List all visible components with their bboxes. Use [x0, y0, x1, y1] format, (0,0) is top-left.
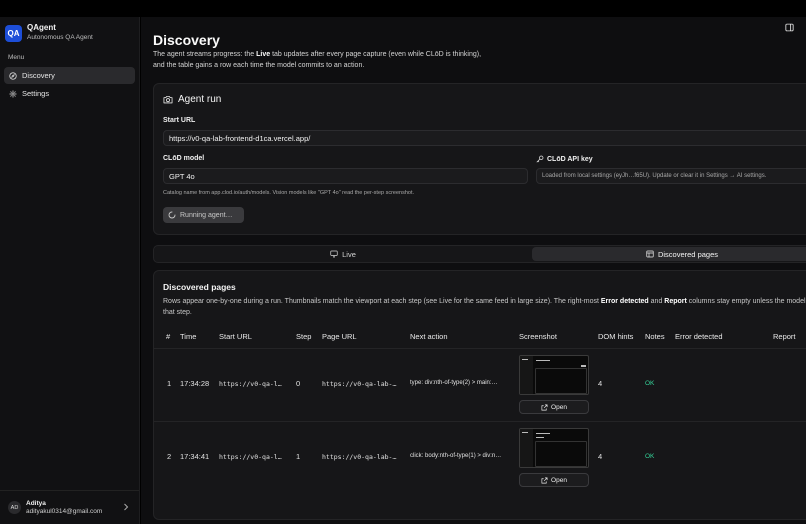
row-dom-hints: 4 — [598, 379, 603, 388]
row-time: 17:34:41 — [180, 452, 210, 461]
row-number: 1 — [167, 379, 172, 388]
page-description: The agent streams progress: the Live tab… — [153, 51, 482, 69]
sidebar-item-discovery[interactable]: Discovery — [4, 67, 135, 84]
row-number: 2 — [167, 452, 172, 461]
col-notes: Notes — [645, 332, 665, 341]
gear-icon — [9, 89, 17, 98]
external-link-icon — [541, 404, 548, 410]
row-divider — [154, 421, 806, 422]
brand[interactable]: QA QAgent Autonomous QA Agent — [5, 23, 93, 43]
col-screenshot: Screenshot — [519, 332, 557, 341]
main-content: Discovery The agent streams progress: th… — [141, 17, 806, 524]
row-start-url: https://v0-qa-l… — [219, 380, 282, 388]
row-notes: OK — [645, 453, 655, 460]
toggle-panel-icon[interactable] — [785, 23, 794, 32]
avatar: AD — [8, 501, 21, 514]
run-agent-button[interactable]: Running agent… — [163, 207, 244, 223]
row-page-url: https://v0-qa-lab-… — [322, 453, 397, 461]
row-time: 17:34:28 — [180, 379, 210, 388]
col-error-detected: Error detected — [675, 332, 723, 341]
col-report: Report — [773, 332, 796, 341]
row-page-url: https://v0-qa-lab-… — [322, 380, 397, 388]
open-screenshot-button[interactable]: Open — [519, 473, 589, 487]
camera-icon — [163, 95, 173, 104]
start-url-label: Start URL — [163, 117, 196, 124]
screenshot-thumbnail[interactable] — [519, 428, 589, 468]
sidebar-item-label: Discovery — [22, 71, 55, 80]
agent-run-title: Agent run — [163, 94, 221, 105]
spinner-icon — [168, 211, 176, 219]
col-dom-hints: DOM hints — [598, 332, 634, 341]
chevron-right-icon — [124, 503, 129, 511]
tab-live[interactable]: Live — [156, 247, 530, 261]
model-hint: Catalog name from app.clod.io/auth/model… — [163, 190, 415, 196]
discovered-description: Rows appear one-by-one during a run. Thu… — [163, 298, 806, 316]
sidebar-item-settings[interactable]: Settings — [4, 85, 135, 102]
screenshot-thumbnail[interactable] — [519, 355, 589, 395]
view-tabs: Live Discovered pages — [153, 245, 806, 263]
discovered-pages-card: Discovered pages Rows appear one-by-one … — [153, 270, 806, 520]
key-icon — [536, 155, 544, 163]
row-next-action: click: body:nth-of-type(1) > div:n… — [410, 453, 502, 459]
monitor-icon — [330, 250, 338, 258]
row-next-action: type: div:nth-of-type(2) > main:… — [410, 380, 498, 386]
table-icon — [646, 250, 654, 258]
agent-run-card: Agent run Start URL https://v0-qa-lab-fr… — [153, 83, 806, 235]
row-dom-hints: 4 — [598, 452, 603, 461]
app-logo: QA — [5, 24, 22, 42]
start-url-input[interactable]: https://v0-qa-lab-frontend-d1ca.vercel.a… — [163, 130, 806, 146]
compass-icon — [9, 71, 17, 80]
open-screenshot-button[interactable]: Open — [519, 400, 589, 414]
row-notes: OK — [645, 380, 655, 387]
external-link-icon — [541, 477, 548, 483]
col-next-action: Next action — [410, 332, 448, 341]
window-top-bar — [0, 0, 806, 17]
col-start-url: Start URL — [219, 332, 252, 341]
row-step: 1 — [296, 452, 301, 461]
api-key-input[interactable]: Loaded from local settings (eyJh…f65U). … — [536, 168, 806, 184]
row-step: 0 — [296, 379, 301, 388]
menu-label: Menu — [8, 54, 25, 61]
col-step: Step — [296, 332, 312, 341]
user-email: adityakul0314@gmail.com — [26, 507, 103, 515]
user-menu[interactable]: AD Aditya adityakul0314@gmail.com — [0, 490, 139, 524]
app-subtitle: Autonomous QA Agent — [27, 34, 93, 41]
discovered-title: Discovered pages — [163, 282, 236, 292]
col-num: # — [166, 332, 171, 341]
col-time: Time — [180, 332, 197, 341]
col-page-url: Page URL — [322, 332, 357, 341]
api-key-label: CLōD API key — [536, 155, 593, 163]
sidebar-item-label: Settings — [22, 89, 50, 98]
header-divider — [154, 348, 806, 349]
sidebar: QA QAgent Autonomous QA Agent Menu Disco… — [0, 17, 140, 524]
row-start-url: https://v0-qa-l… — [219, 453, 282, 461]
page-title: Discovery — [153, 32, 220, 48]
model-input[interactable]: GPT 4o — [163, 168, 528, 184]
app-name: QAgent — [27, 23, 56, 32]
tab-discovered-pages[interactable]: Discovered pages — [532, 247, 806, 261]
model-label: CLōD model — [163, 155, 205, 162]
user-name: Aditya — [26, 499, 46, 507]
